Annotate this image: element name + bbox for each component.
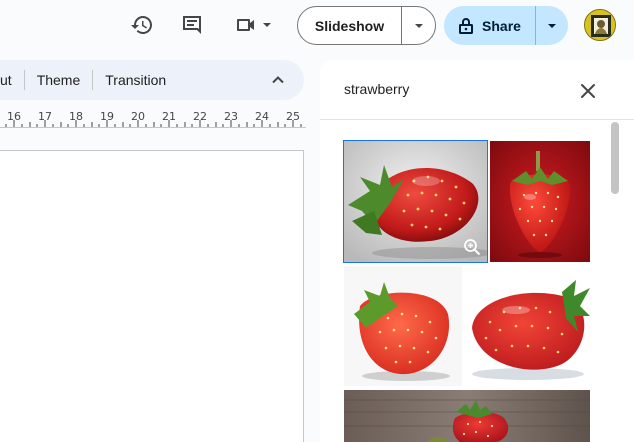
collapse-menus-button[interactable]: [266, 68, 290, 92]
strawberry-image: [344, 390, 590, 442]
menu-item-transition[interactable]: Transition: [93, 72, 178, 88]
version-history-button[interactable]: [125, 8, 159, 42]
image-result-5[interactable]: [344, 390, 590, 442]
caret-down-icon: [414, 23, 423, 28]
search-bar: strawberry: [320, 60, 634, 120]
avatar-image: [585, 10, 615, 40]
scrollbar-thumb[interactable]: [611, 122, 619, 194]
slide-canvas[interactable]: [0, 150, 304, 442]
strawberry-image: [490, 141, 590, 262]
menu-bar: ut Theme Transition: [0, 60, 304, 100]
chevron-up-icon: [272, 76, 284, 84]
image-search-panel: strawberry: [320, 60, 634, 442]
image-result-1[interactable]: [343, 140, 488, 263]
horizontal-ruler[interactable]: 16 17 18 19 20 21 22 23 24 25: [0, 108, 306, 130]
lock-icon: [459, 17, 474, 34]
account-avatar[interactable]: [584, 9, 616, 41]
close-icon: [581, 84, 595, 98]
close-panel-button[interactable]: [574, 77, 602, 105]
meet-call-button[interactable]: [228, 8, 282, 42]
image-result-2[interactable]: [490, 141, 590, 262]
image-result-4[interactable]: [466, 266, 590, 386]
share-options-button[interactable]: [536, 6, 568, 45]
slideshow-split-button: Slideshow: [297, 6, 436, 45]
ruler-ticks: [0, 120, 306, 128]
share-split-button: Share: [444, 6, 568, 45]
strawberry-image: [466, 266, 590, 386]
caret-down-icon: [548, 23, 556, 28]
video-camera-icon: [237, 19, 254, 31]
menu-item-layout[interactable]: ut: [0, 72, 24, 88]
strawberry-image: [344, 266, 462, 386]
slideshow-options-button[interactable]: [402, 7, 435, 44]
menu-item-theme[interactable]: Theme: [25, 72, 93, 88]
comments-button[interactable]: [175, 8, 209, 42]
top-toolbar: Slideshow Share: [0, 0, 634, 52]
share-label: Share: [482, 17, 521, 34]
slide-canvas-area: [0, 134, 310, 442]
zoom-in-icon[interactable]: [463, 238, 481, 256]
history-icon: [131, 16, 152, 34]
comments-icon: [183, 16, 201, 34]
caret-down-icon: [263, 23, 271, 27]
search-query-input[interactable]: strawberry: [344, 81, 409, 97]
image-result-3[interactable]: [344, 266, 462, 386]
slideshow-button[interactable]: Slideshow: [298, 7, 401, 44]
share-button[interactable]: Share: [444, 6, 535, 45]
